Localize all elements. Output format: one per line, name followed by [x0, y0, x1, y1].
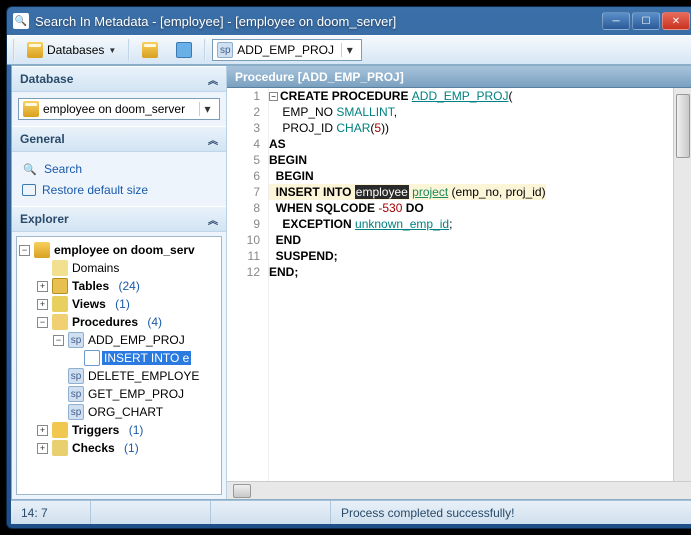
- editor-title: Procedure [ADD_EMP_PROJ]: [227, 66, 691, 88]
- tree-node-views[interactable]: +Views (1): [19, 295, 219, 313]
- panel-header-explorer[interactable]: Explorer ︽: [12, 206, 226, 232]
- tables-icon: [52, 278, 68, 294]
- app-icon: 🔍: [13, 13, 29, 29]
- toolbar: Databases ▼ sp ADD_EMP_PROJ ▾: [7, 35, 691, 65]
- titlebar[interactable]: 🔍 Search In Metadata - [employee] - [emp…: [7, 7, 691, 35]
- code-editor[interactable]: 123456789101112 −CREATE PROCEDURE ADD_EM…: [227, 88, 673, 481]
- collapse-icon: ︽: [208, 212, 218, 227]
- app-window: 🔍 Search In Metadata - [employee] - [emp…: [6, 6, 691, 529]
- sidebar: Database ︽ employee on doom_server ▾ Gen…: [12, 66, 227, 499]
- tree-node-proc-org[interactable]: spORG_CHART: [19, 403, 219, 421]
- window-mode-button[interactable]: [170, 39, 198, 61]
- window-title: Search In Metadata - [employee] - [emplo…: [35, 14, 602, 29]
- chevron-down-icon: ▾: [341, 43, 357, 57]
- database-icon: [27, 42, 43, 58]
- database-selector[interactable]: employee on doom_server ▾: [18, 98, 220, 120]
- toolbar-separator: [128, 39, 130, 61]
- toolbar-separator: [204, 39, 206, 61]
- client-area: Database ︽ employee on doom_server ▾ Gen…: [11, 65, 691, 500]
- line-gutter: 123456789101112: [227, 88, 269, 481]
- databases-dropdown[interactable]: Databases ▼: [21, 39, 122, 61]
- maximize-button[interactable]: ☐: [632, 12, 660, 30]
- procedure-icon: sp: [217, 42, 233, 58]
- tree-node-proc-get[interactable]: spGET_EMP_PROJ: [19, 385, 219, 403]
- procedures-icon: [52, 314, 68, 330]
- restore-size-link[interactable]: Restore default size: [18, 180, 220, 200]
- code-body[interactable]: −CREATE PROCEDURE ADD_EMP_PROJ( EMP_NO S…: [269, 88, 673, 481]
- search-icon: 🔍: [22, 161, 38, 177]
- collapse-icon: ︽: [208, 132, 218, 147]
- minimize-button[interactable]: ─: [602, 12, 630, 30]
- tree-node-procedures[interactable]: −Procedures (4): [19, 313, 219, 331]
- scrollbar-thumb[interactable]: [676, 94, 690, 158]
- editor-panel: Procedure [ADD_EMP_PROJ] 123456789101112…: [227, 66, 691, 499]
- connect-button[interactable]: [136, 39, 164, 61]
- horizontal-scrollbar[interactable]: [227, 481, 691, 499]
- close-button[interactable]: ✕: [662, 12, 690, 30]
- tree-node-domains[interactable]: Domains: [19, 259, 219, 277]
- database-icon: [34, 242, 50, 258]
- procedure-icon: sp: [68, 404, 84, 420]
- panel-header-general[interactable]: General ︽: [12, 126, 226, 152]
- tree-node-proc-add[interactable]: −spADD_EMP_PROJ: [19, 331, 219, 349]
- checks-icon: [52, 440, 68, 456]
- databases-label: Databases: [47, 43, 104, 57]
- chevron-down-icon: ▾: [199, 102, 215, 116]
- explorer-tree[interactable]: −employee on doom_serv Domains +Tables (…: [16, 236, 222, 495]
- tree-node-tables[interactable]: +Tables (24): [19, 277, 219, 295]
- status-spacer: [91, 501, 211, 524]
- collapse-icon: ︽: [208, 72, 218, 87]
- tree-node-proc-delete[interactable]: spDELETE_EMPLOYE: [19, 367, 219, 385]
- restore-icon: [22, 184, 36, 196]
- views-icon: [52, 296, 68, 312]
- tree-node-triggers[interactable]: +Triggers (1): [19, 421, 219, 439]
- scrollbar-thumb[interactable]: [233, 484, 251, 498]
- folder-icon: [52, 260, 68, 276]
- status-cursor-position: 14: 7: [11, 501, 91, 524]
- status-message: Process completed successfully!: [331, 501, 691, 524]
- procedure-selector-value: ADD_EMP_PROJ: [237, 43, 334, 57]
- tree-node-checks[interactable]: +Checks (1): [19, 439, 219, 457]
- file-icon: [84, 350, 100, 366]
- status-spacer: [211, 501, 331, 524]
- tree-node-proc-insert[interactable]: INSERT INTO e: [19, 349, 219, 367]
- statusbar: 14: 7 Process completed successfully!: [11, 500, 691, 524]
- database-icon: [142, 42, 158, 58]
- procedure-icon: sp: [68, 386, 84, 402]
- vertical-scrollbar[interactable]: [673, 88, 691, 481]
- procedure-icon: sp: [68, 332, 84, 348]
- procedure-selector[interactable]: sp ADD_EMP_PROJ ▾: [212, 39, 362, 61]
- fold-icon[interactable]: −: [269, 92, 278, 101]
- chevron-down-icon: ▼: [108, 46, 116, 55]
- panel-header-database[interactable]: Database ︽: [12, 66, 226, 92]
- toolbar-grip[interactable]: [13, 39, 15, 61]
- tree-node-database[interactable]: −employee on doom_serv: [19, 241, 219, 259]
- database-icon: [23, 101, 39, 117]
- triggers-icon: [52, 422, 68, 438]
- search-link[interactable]: 🔍 Search: [18, 158, 220, 180]
- window-icon: [176, 42, 192, 58]
- procedure-icon: sp: [68, 368, 84, 384]
- database-selector-value: employee on doom_server: [43, 102, 195, 116]
